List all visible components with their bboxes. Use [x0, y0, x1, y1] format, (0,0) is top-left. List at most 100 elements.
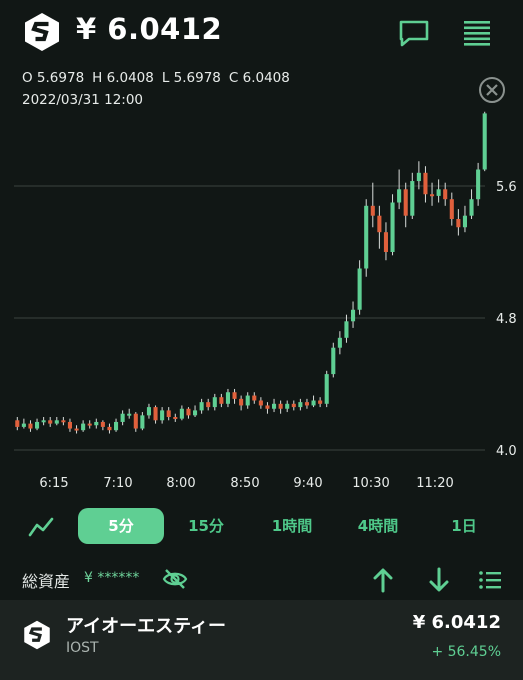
- arrow-down-icon[interactable]: [426, 566, 452, 594]
- tab-1hour[interactable]: 1時間: [262, 508, 322, 544]
- menu-lines-icon[interactable]: [462, 18, 492, 48]
- tab-15min[interactable]: 15分: [176, 508, 236, 544]
- candle-down: [423, 172, 428, 195]
- coin-symbol: IOST: [66, 640, 99, 656]
- total-assets-value: ¥ ******: [84, 570, 140, 586]
- total-assets-bar: 総資産 ¥ ******: [0, 560, 523, 600]
- arrow-up-icon[interactable]: [370, 566, 396, 594]
- candle-up: [351, 309, 356, 322]
- eye-hidden-icon[interactable]: [162, 567, 188, 591]
- candle-up: [436, 189, 441, 196]
- candle-up: [331, 347, 336, 375]
- candle-up: [179, 408, 184, 419]
- candle-up: [285, 403, 290, 409]
- x-tick-label: 11:20: [416, 476, 453, 491]
- current-price: ¥ 6.0412: [76, 12, 223, 46]
- x-tick-label: 8:50: [230, 476, 259, 491]
- iost-logo-icon: [25, 13, 59, 51]
- coin-price: ¥ 6.0412: [412, 612, 501, 633]
- x-tick-label: 8:00: [166, 476, 195, 491]
- x-tick-label: 6:15: [39, 476, 68, 491]
- candle-down: [318, 400, 323, 404]
- x-tick-label: 9:40: [293, 476, 322, 491]
- chat-bubble-icon[interactable]: [398, 19, 430, 47]
- candle-up: [245, 395, 250, 406]
- candle-up: [469, 199, 474, 216]
- candle-down: [430, 194, 435, 197]
- y-tick-label: 4.8: [496, 312, 517, 327]
- candle-up: [81, 423, 86, 431]
- ohlc-close: C 6.0408: [228, 70, 290, 86]
- close-icon[interactable]: [478, 76, 506, 104]
- x-tick-label: 10:30: [352, 476, 389, 491]
- candle-down: [252, 395, 257, 401]
- candle-down: [456, 219, 461, 228]
- candle-up: [298, 402, 303, 408]
- y-tick-label: 5.6: [496, 180, 517, 195]
- candle-down: [28, 423, 33, 429]
- candle-up: [120, 413, 125, 422]
- tab-4hour[interactable]: 4時間: [348, 508, 408, 544]
- candle-down: [153, 407, 158, 421]
- candle-up: [390, 202, 395, 252]
- header: ¥ 6.0412: [0, 0, 523, 64]
- candle-up: [482, 113, 487, 170]
- candle-up: [212, 397, 217, 408]
- total-assets-label: 総資産: [22, 572, 71, 591]
- candle-down: [166, 410, 171, 417]
- y-tick-label: 4.0: [496, 444, 517, 459]
- candle-down: [107, 426, 112, 431]
- tab-5min[interactable]: 5分: [78, 508, 164, 544]
- candle-down: [258, 400, 263, 406]
- candlestick-chart: 5.6 4.8 4.0 6:15 7:10 8:00 8:50 9:40 10:30 11:20: [14, 111, 517, 491]
- tab-1day[interactable]: 1日: [434, 508, 494, 544]
- candle-down: [370, 205, 375, 216]
- candle-down: [48, 420, 53, 424]
- candle-down: [278, 403, 283, 409]
- candle-down: [87, 423, 92, 426]
- candle-up: [364, 205, 369, 269]
- candle-down: [67, 421, 72, 429]
- list-icon[interactable]: [478, 568, 502, 592]
- candle-up: [140, 415, 145, 429]
- line-chart-icon[interactable]: [28, 516, 54, 538]
- coin-change: + 56.45%: [431, 644, 501, 660]
- price-chart[interactable]: 5.6 4.8 4.0 6:15 7:10 8:00 8:50 9:40 10:30 11:20: [0, 108, 523, 500]
- candle-up: [41, 420, 46, 423]
- candle-up: [199, 402, 204, 411]
- candle-down: [100, 421, 105, 427]
- candle-down: [383, 232, 388, 252]
- candle-up: [311, 400, 316, 406]
- candle-up: [193, 410, 198, 416]
- candle-down: [304, 402, 309, 406]
- ohlc-open: O 5.6978: [22, 70, 85, 86]
- candle-down: [186, 408, 191, 416]
- candle-down: [206, 402, 211, 408]
- candle-down: [443, 189, 448, 200]
- candle-up: [146, 407, 151, 416]
- ohlc-high: H 6.0408: [92, 70, 154, 86]
- candle-up: [416, 172, 421, 182]
- candle-up: [272, 403, 277, 409]
- coin-row[interactable]: アイオーエスティー IOST ¥ 6.0412 + 56.45%: [0, 600, 523, 680]
- candle-up: [114, 421, 119, 431]
- candle-up: [462, 215, 467, 228]
- candle-up: [160, 410, 165, 421]
- candle-up: [476, 169, 481, 200]
- candle-down: [219, 397, 224, 404]
- candle-up: [344, 321, 349, 338]
- candle-down: [74, 428, 79, 431]
- candle-up: [410, 181, 415, 216]
- iost-logo-icon: [24, 620, 50, 650]
- candle-down: [173, 417, 178, 419]
- candle-down: [265, 405, 270, 409]
- ohlc-readout: O 5.6978 H 6.0408 L 5.6978 C 6.0408: [22, 70, 298, 86]
- candle-up: [225, 392, 230, 404]
- candle-up: [324, 374, 329, 404]
- candle-up: [94, 421, 99, 426]
- candle-down: [239, 398, 244, 406]
- candle-up: [54, 420, 59, 424]
- candle-down: [449, 199, 454, 219]
- candle-down: [291, 403, 296, 408]
- candle-up: [337, 337, 342, 348]
